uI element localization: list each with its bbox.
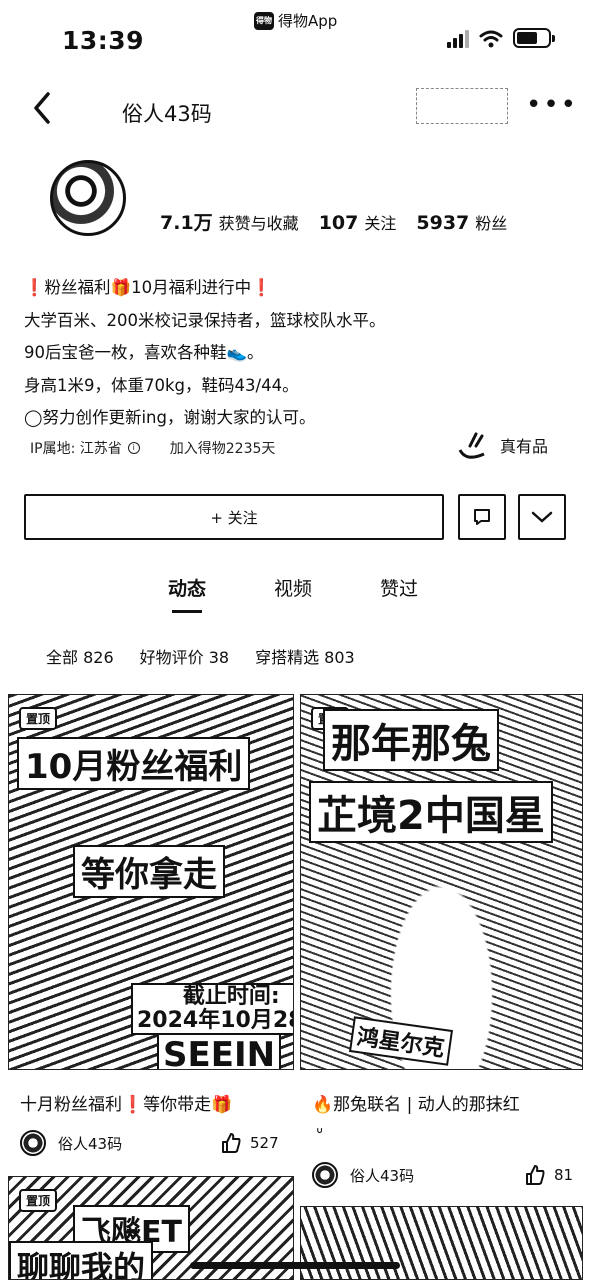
post-thumbnail[interactable]: 置顶 那年那兔 芷境2中国星 鸿星尔克 (300, 694, 583, 1070)
follow-button[interactable]: + 关注 (24, 494, 444, 540)
like-count: 527 (250, 1134, 279, 1152)
message-button[interactable] (458, 494, 506, 540)
emoji-icon: ᐡ (316, 1124, 324, 1145)
author-name: 俗人43码 (58, 1134, 123, 1153)
authentic-badge[interactable]: 真有品 (456, 428, 548, 462)
ip-location: IP属地: 江苏省 (30, 441, 122, 457)
expand-button[interactable] (518, 494, 566, 540)
filter-tabs: 全部 826 好物评价 38 穿搭精选 803 (46, 644, 355, 668)
likes-label: 获赞与收藏 (218, 214, 299, 233)
tab-videos[interactable]: 视频 (274, 574, 312, 601)
author-name: 俗人43码 (350, 1166, 415, 1185)
thumbs-up-icon (222, 1133, 241, 1153)
post-title[interactable]: 十月粉丝福利❗等你带走🎁 (20, 1090, 232, 1115)
bio-line: ❗粉丝福利🎁10月福利进行中❗ (24, 278, 272, 297)
source-app-label: 得物App (278, 12, 338, 30)
thumbnail-caption: 截止时间: 2024年10月28日 (131, 983, 293, 1035)
home-indicator[interactable] (190, 1262, 400, 1269)
like-button[interactable]: 527 (220, 1132, 279, 1154)
battery-icon (513, 28, 555, 48)
pinned-badge: 置顶 (19, 707, 58, 730)
thumbnail-caption: 那年那兔 (323, 709, 499, 771)
status-bar: 13:39 得物 得物App (0, 0, 591, 70)
signal-icon (447, 30, 469, 48)
bio-line: 大学百米、200米校记录保持者，篮球校队水平。 (24, 310, 386, 330)
filter-outfits[interactable]: 穿搭精选 803 (255, 644, 355, 668)
following-label: 关注 (364, 214, 397, 233)
joined-days: 加入得物2235天 (169, 441, 276, 457)
content-tabs: 动态 视频 赞过 (0, 574, 591, 614)
author-avatar (20, 1130, 46, 1156)
like-button[interactable]: 81 (524, 1164, 573, 1186)
chevron-down-icon (531, 511, 553, 523)
back-arrow-icon[interactable] (28, 88, 58, 128)
authentic-icon (458, 432, 485, 459)
info-icon[interactable]: i (127, 442, 140, 454)
authentic-label: 真有品 (500, 437, 549, 456)
message-icon (474, 509, 490, 525)
thumbnail-caption: 聊聊我的 (9, 1241, 154, 1279)
following-count[interactable]: 107 (319, 212, 359, 234)
like-count: 81 (554, 1166, 574, 1184)
post-thumbnail[interactable]: 置顶 10月粉丝福利 等你拿走 截止时间: 2024年10月28日 SEEIN (8, 694, 294, 1070)
followers-count[interactable]: 5937 (416, 212, 469, 234)
thumbs-up-icon (526, 1165, 545, 1185)
likes-count[interactable]: 7.1万 (160, 208, 213, 235)
post-title[interactable]: 🔥那兔联名 | 动人的那抹红 (312, 1090, 520, 1115)
status-time: 13:39 (62, 26, 145, 55)
thumbnail-caption: 等你拿走 (73, 845, 225, 898)
author-avatar (312, 1162, 338, 1188)
tab-dynamic[interactable]: 动态 (168, 574, 206, 613)
nav-placeholder-box (416, 88, 508, 124)
thumbnail-caption: SEEIN (157, 1033, 282, 1069)
top-nav: 俗人43码 ••• (0, 84, 591, 134)
bio-line: ◯努力创作更新ing，谢谢大家的认可。 (24, 408, 316, 427)
thumbnail-caption: 鸿星尔克 (348, 1016, 454, 1066)
thumbnail-caption: 芷境2中国星 (309, 781, 553, 843)
filter-all[interactable]: 全部 826 (46, 644, 114, 668)
profile-stats: 7.1万 获赞与收藏 107 关注 5937 粉丝 (160, 208, 507, 235)
wifi-icon (479, 30, 503, 48)
post-author[interactable]: 俗人43码 (20, 1130, 122, 1156)
bio-line: 身高1米9，体重70kg，鞋码43/44。 (24, 375, 299, 395)
dewu-app-icon: 得物 (254, 11, 274, 30)
profile-meta: IP属地: 江苏省 i 加入得物2235天 (30, 438, 275, 458)
post-author[interactable]: 俗人43码 (312, 1162, 414, 1188)
nav-title: 俗人43码 (122, 102, 212, 126)
source-app-link[interactable]: 得物 得物App (254, 10, 337, 31)
bio-line: 90后宝爸一枚，喜欢各种鞋👟。 (24, 343, 264, 362)
pinned-badge: 置顶 (19, 1189, 58, 1212)
status-icons (447, 28, 555, 48)
filter-reviews[interactable]: 好物评价 38 (140, 644, 229, 668)
avatar[interactable] (50, 160, 126, 236)
profile-bio: ❗粉丝福利🎁10月福利进行中❗ 大学百米、200米校记录保持者，篮球校队水平。 … (24, 272, 386, 435)
follow-label: + 关注 (210, 508, 258, 527)
followers-label: 粉丝 (475, 214, 508, 233)
tab-liked[interactable]: 赞过 (380, 574, 418, 601)
more-options-icon[interactable]: ••• (526, 92, 578, 118)
thumbnail-caption: 10月粉丝福利 (17, 737, 251, 790)
